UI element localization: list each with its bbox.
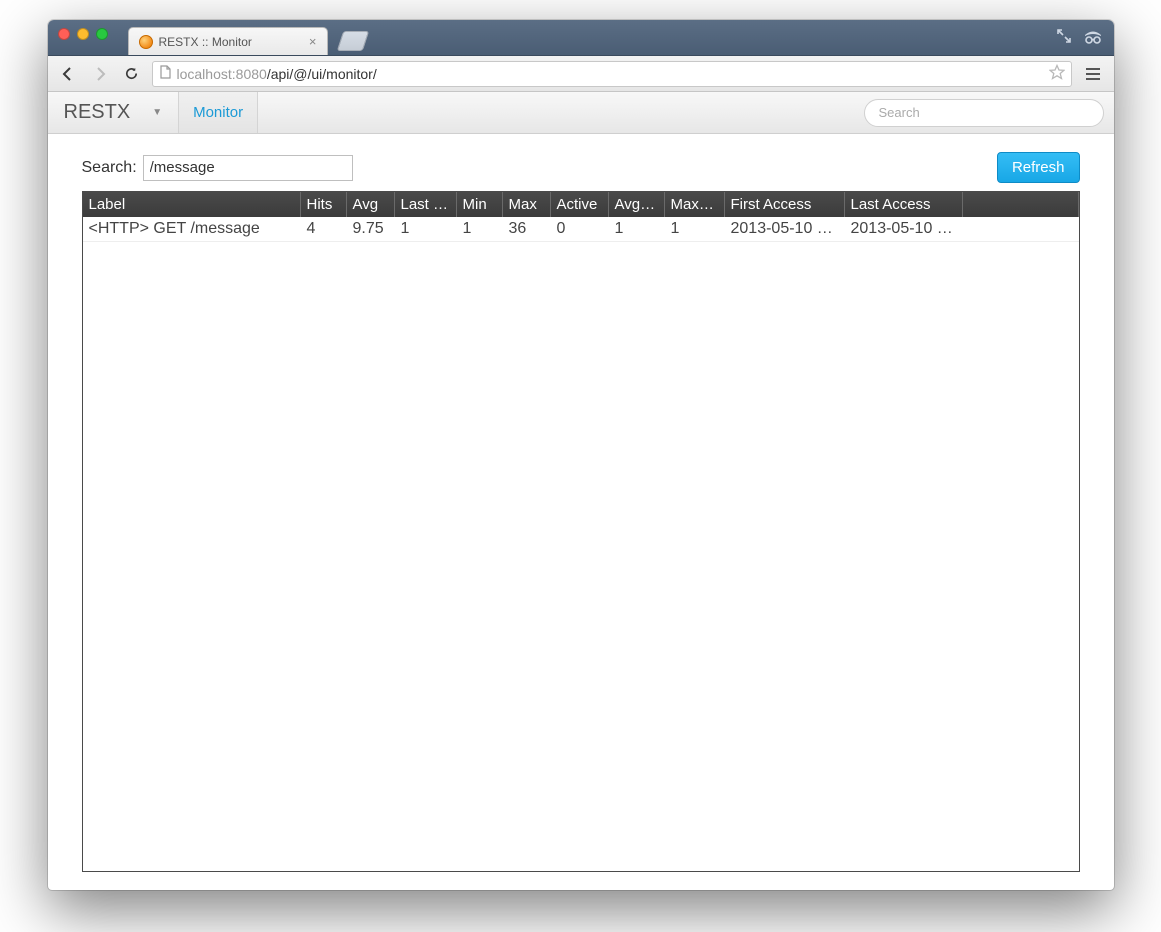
- cell-spacer: [963, 217, 1079, 241]
- col-active[interactable]: Active: [551, 192, 609, 217]
- table-header: Label Hits Avg Last … Min Max Active Avg…: [83, 192, 1079, 217]
- cell-avg: 9.75: [347, 217, 395, 241]
- page-icon: [159, 65, 171, 82]
- cell-label: <HTTP> GET /message: [83, 217, 301, 241]
- col-last-access[interactable]: Last Access: [845, 192, 963, 217]
- cell-active: 0: [551, 217, 609, 241]
- tab-monitor[interactable]: Monitor: [178, 92, 258, 133]
- cell-hits: 4: [301, 217, 347, 241]
- back-button[interactable]: [56, 62, 80, 86]
- col-hits[interactable]: Hits: [301, 192, 347, 217]
- window-controls: [58, 28, 108, 40]
- forward-button[interactable]: [88, 62, 112, 86]
- brand-label: RESTX: [58, 101, 137, 124]
- cell-first-access: 2013-05-10 1…: [725, 217, 845, 241]
- cell-max: 36: [503, 217, 551, 241]
- col-label[interactable]: Label: [83, 192, 301, 217]
- col-avg[interactable]: Avg: [347, 192, 395, 217]
- browser-window: RESTX :: Monitor ×: [48, 20, 1114, 890]
- zoom-window-button[interactable]: [96, 28, 108, 40]
- filter-toolbar: Search: Refresh: [82, 152, 1080, 183]
- app-search-input[interactable]: [864, 99, 1104, 127]
- col-spacer: [963, 192, 1079, 217]
- cell-last-access: 2013-05-10 1…: [845, 217, 963, 241]
- table-body: <HTTP> GET /message 4 9.75 1 1 36 0 1 1 …: [83, 217, 1079, 871]
- tab-title: RESTX :: Monitor: [159, 35, 252, 49]
- fullscreen-icon[interactable]: [1056, 28, 1072, 44]
- app-navbar: RESTX ▼ Monitor: [48, 92, 1114, 134]
- refresh-button[interactable]: Refresh: [997, 152, 1080, 183]
- tab-monitor-label: Monitor: [193, 104, 243, 121]
- col-min[interactable]: Min: [457, 192, 503, 217]
- url-text: localhost:8080/api/@/ui/monitor/: [177, 66, 377, 82]
- monitor-table: Label Hits Avg Last … Min Max Active Avg…: [82, 191, 1080, 872]
- cell-avg2: 1: [609, 217, 665, 241]
- incognito-icon: [1082, 26, 1104, 46]
- table-row[interactable]: <HTTP> GET /message 4 9.75 1 1 36 0 1 1 …: [83, 217, 1079, 242]
- brand-dropdown-icon[interactable]: ▼: [146, 107, 168, 118]
- close-window-button[interactable]: [58, 28, 70, 40]
- cell-min: 1: [457, 217, 503, 241]
- hamburger-menu-icon[interactable]: [1080, 62, 1106, 86]
- col-last[interactable]: Last …: [395, 192, 457, 217]
- filter-input[interactable]: [143, 155, 353, 181]
- cell-last: 1: [395, 217, 457, 241]
- browser-tab[interactable]: RESTX :: Monitor ×: [128, 27, 328, 55]
- address-bar: localhost:8080/api/@/ui/monitor/: [48, 56, 1114, 92]
- titlebar: RESTX :: Monitor ×: [48, 20, 1114, 56]
- close-tab-icon[interactable]: ×: [309, 34, 317, 49]
- bookmark-star-icon[interactable]: [1049, 64, 1065, 83]
- search-label: Search:: [82, 159, 137, 177]
- url-input[interactable]: localhost:8080/api/@/ui/monitor/: [152, 61, 1072, 87]
- new-tab-button[interactable]: [336, 31, 368, 51]
- col-avg2[interactable]: Avg …: [609, 192, 665, 217]
- minimize-window-button[interactable]: [77, 28, 89, 40]
- reload-button[interactable]: [120, 62, 144, 86]
- content-area: Search: Refresh Label Hits Avg Last … Mi…: [48, 134, 1114, 890]
- col-max2[interactable]: Max …: [665, 192, 725, 217]
- col-max[interactable]: Max: [503, 192, 551, 217]
- favicon-icon: [139, 35, 153, 49]
- col-first-access[interactable]: First Access: [725, 192, 845, 217]
- cell-max2: 1: [665, 217, 725, 241]
